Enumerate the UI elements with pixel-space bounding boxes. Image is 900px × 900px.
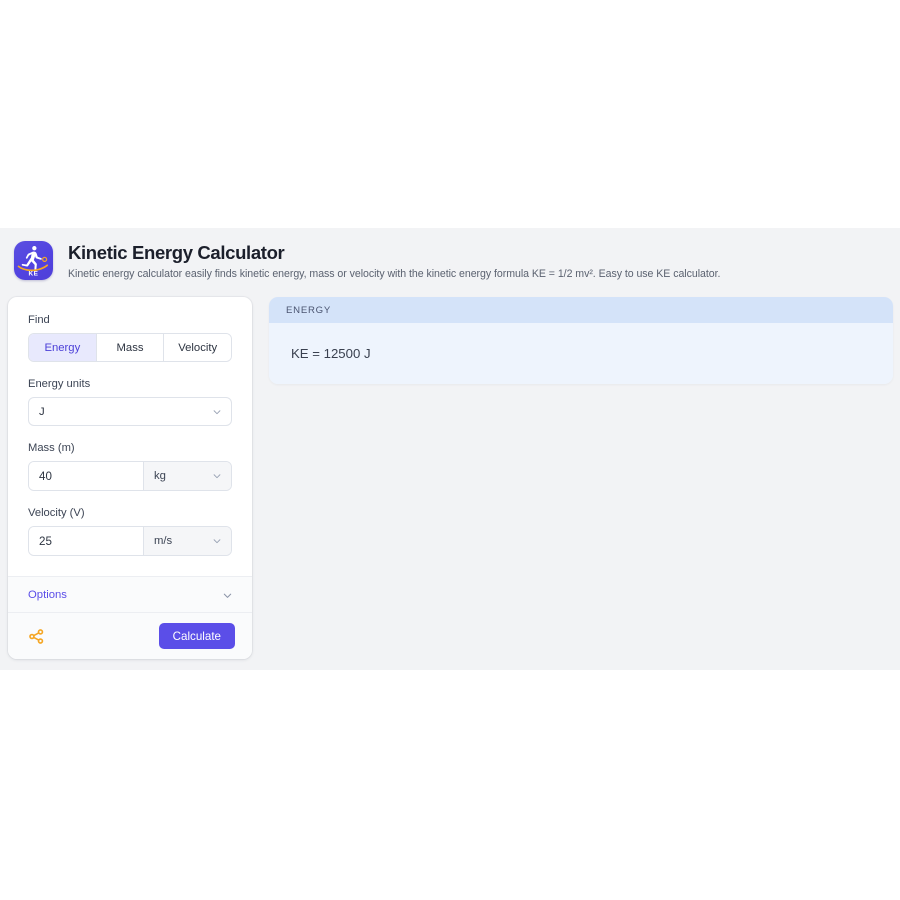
result-value: KE = 12500 J bbox=[291, 346, 371, 361]
calculator-footer: Calculate bbox=[8, 612, 252, 659]
result-header: ENERGY bbox=[269, 297, 893, 323]
app-header: KE Kinetic Energy Calculator Kinetic ene… bbox=[0, 228, 900, 282]
result-panel: ENERGY KE = 12500 J bbox=[269, 297, 893, 384]
chevron-down-icon bbox=[212, 471, 222, 481]
chevron-down-icon bbox=[222, 590, 232, 600]
velocity-unit-select[interactable]: m/s bbox=[143, 527, 231, 555]
app-logo: KE bbox=[14, 241, 53, 280]
energy-units-select[interactable]: J bbox=[28, 397, 232, 426]
velocity-field: Velocity (V) m/s bbox=[28, 506, 232, 556]
find-tab-group: Energy Mass Velocity bbox=[28, 333, 232, 362]
tab-mass[interactable]: Mass bbox=[96, 334, 165, 361]
energy-units-value: J bbox=[39, 405, 45, 418]
calculator-app-region: KE Kinetic Energy Calculator Kinetic ene… bbox=[0, 228, 900, 670]
calculator-fields: Find Energy Mass Velocity Energy units J bbox=[8, 297, 252, 576]
result-header-label: ENERGY bbox=[286, 304, 332, 316]
velocity-input[interactable] bbox=[29, 527, 143, 555]
energy-units-label: Energy units bbox=[28, 378, 91, 390]
mass-unit-value: kg bbox=[154, 470, 166, 482]
find-label: Find bbox=[28, 314, 50, 326]
page-subtitle: Kinetic energy calculator easily finds k… bbox=[68, 268, 721, 280]
energy-units-field: Energy units J bbox=[28, 377, 232, 426]
share-icon[interactable] bbox=[28, 628, 45, 645]
mass-label: Mass (m) bbox=[28, 442, 75, 454]
velocity-input-group: m/s bbox=[28, 526, 232, 556]
page-title: Kinetic Energy Calculator bbox=[68, 242, 285, 263]
app-body: Find Energy Mass Velocity Energy units J bbox=[0, 282, 900, 659]
velocity-unit-value: m/s bbox=[154, 535, 173, 547]
result-body: KE = 12500 J bbox=[269, 323, 893, 384]
tab-energy[interactable]: Energy bbox=[29, 334, 97, 361]
header-text-group: Kinetic Energy Calculator Kinetic energy… bbox=[68, 241, 720, 282]
mass-input-group: kg bbox=[28, 461, 232, 491]
athlete-kicking-ball-icon: KE bbox=[17, 246, 49, 277]
mass-input[interactable] bbox=[29, 462, 143, 490]
svg-text:KE: KE bbox=[29, 270, 39, 277]
mass-field: Mass (m) kg bbox=[28, 441, 232, 491]
chevron-down-icon bbox=[212, 407, 222, 417]
tab-velocity[interactable]: Velocity bbox=[164, 334, 231, 361]
calculator-card: Find Energy Mass Velocity Energy units J bbox=[8, 297, 252, 659]
mass-unit-select[interactable]: kg bbox=[143, 462, 231, 490]
options-row[interactable]: Options bbox=[8, 576, 252, 612]
calculate-button[interactable]: Calculate bbox=[158, 623, 235, 649]
velocity-label: Velocity (V) bbox=[28, 507, 85, 519]
options-label: Options bbox=[28, 588, 67, 601]
chevron-down-icon bbox=[212, 536, 222, 546]
find-field: Find Energy Mass Velocity bbox=[28, 313, 232, 362]
